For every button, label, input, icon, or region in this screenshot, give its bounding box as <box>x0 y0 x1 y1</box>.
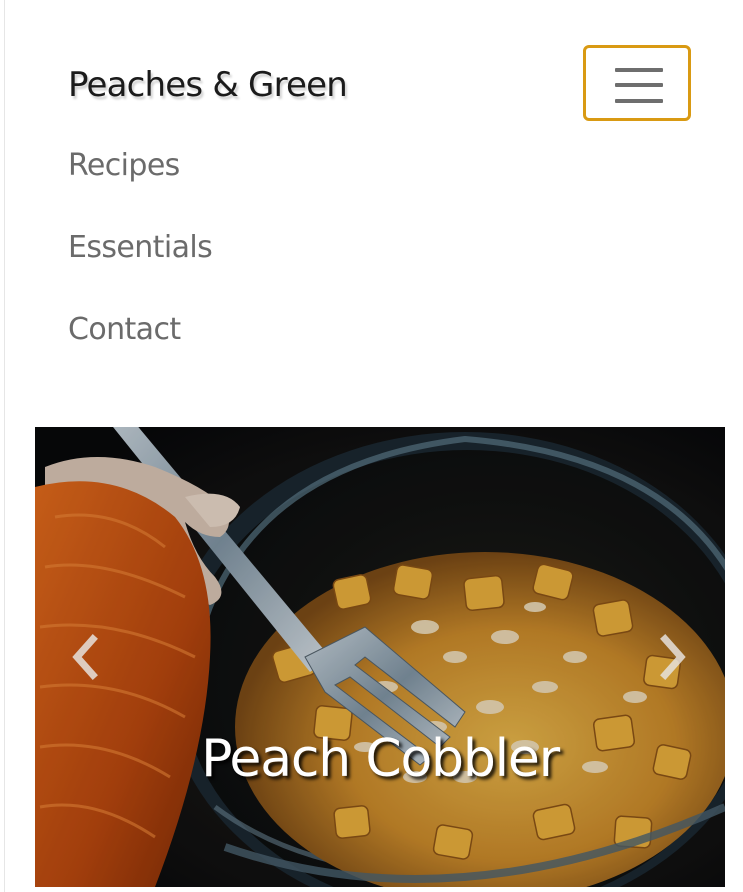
page: Peaches & Green Recipes Essentials Conta… <box>0 0 743 892</box>
chevron-left-icon <box>72 634 98 680</box>
carousel-next-button[interactable] <box>653 627 693 687</box>
navbar-links: Recipes Essentials Contact <box>68 0 468 400</box>
hero-carousel: Peach Cobbler <box>35 427 725 887</box>
carousel-slide-image <box>35 427 725 887</box>
nav-link-recipes[interactable]: Recipes <box>68 146 180 186</box>
nav-link-essentials[interactable]: Essentials <box>68 228 213 268</box>
carousel-caption: Peach Cobbler <box>201 729 560 789</box>
page-edge-line <box>4 0 5 892</box>
carousel-prev-button[interactable] <box>65 627 105 687</box>
nav-link-contact[interactable]: Contact <box>68 310 181 350</box>
chevron-right-icon <box>660 634 686 680</box>
navbar-toggler-button[interactable] <box>583 45 691 121</box>
navbar-brand[interactable]: Peaches & Green <box>68 62 348 108</box>
